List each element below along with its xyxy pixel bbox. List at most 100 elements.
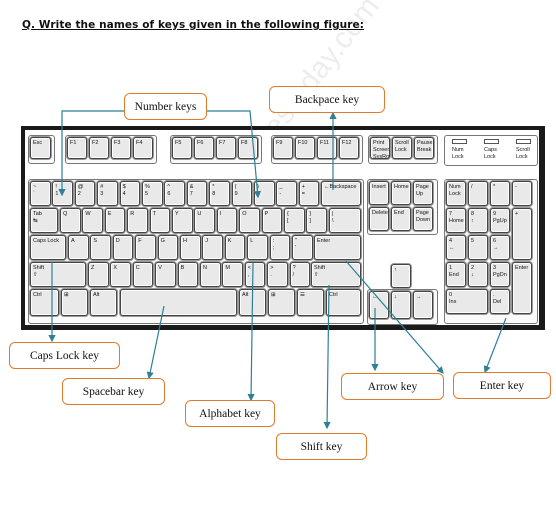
key-m[interactable]: M bbox=[222, 262, 243, 287]
key-symbol[interactable]: : ; bbox=[269, 235, 291, 260]
key-ctrl-left[interactable]: Ctrl bbox=[30, 289, 59, 316]
numpad-enter[interactable]: Enter bbox=[512, 262, 532, 314]
numpad-divide[interactable]: / bbox=[468, 181, 488, 206]
key-symbol[interactable]: ? / bbox=[289, 262, 311, 287]
key-l[interactable]: L bbox=[247, 235, 268, 260]
key-home[interactable]: Home bbox=[391, 181, 411, 205]
key-page-down[interactable]: Page Down bbox=[413, 207, 433, 231]
key-f1[interactable]: F1 bbox=[67, 137, 87, 159]
key-arrow-left[interactable]: ← bbox=[369, 291, 389, 319]
key-page-up[interactable]: Page Up bbox=[413, 181, 433, 205]
key-q[interactable]: Q bbox=[60, 208, 81, 233]
key-symbol[interactable]: > . bbox=[267, 262, 288, 287]
key-symbol[interactable]: { [ bbox=[284, 208, 305, 233]
numpad-5[interactable]: 5 bbox=[468, 235, 488, 260]
numpad-9[interactable]: 9 PgUp bbox=[490, 208, 510, 233]
numpad-7[interactable]: 7 Home bbox=[446, 208, 466, 233]
key-9[interactable]: ( 9 bbox=[231, 181, 253, 206]
key-esc[interactable]: Esc bbox=[30, 137, 51, 159]
key-n[interactable]: N bbox=[200, 262, 221, 287]
key-symbol[interactable]: < , bbox=[244, 262, 266, 287]
key-symbol[interactable]: " ' bbox=[292, 235, 313, 260]
key-u[interactable]: U bbox=[194, 208, 215, 233]
key-shift-right[interactable]: Shift ⇧ bbox=[311, 262, 361, 287]
key-f[interactable]: F bbox=[135, 235, 156, 260]
key-6[interactable]: ^ 6 bbox=[164, 181, 185, 206]
key-f12[interactable]: F12 bbox=[339, 137, 359, 159]
key-p[interactable]: P bbox=[261, 208, 283, 233]
key-delete[interactable]: Delete bbox=[369, 207, 389, 231]
key-tab[interactable]: Tab ↹ bbox=[30, 208, 58, 233]
key-caps-lock[interactable]: Caps Lock bbox=[30, 235, 66, 260]
key-8[interactable]: * 8 bbox=[209, 181, 230, 206]
key-o[interactable]: O bbox=[239, 208, 260, 233]
numpad-multiply[interactable]: * bbox=[490, 181, 510, 206]
key-print-screen[interactable]: Print Screen SysRq bbox=[370, 137, 390, 159]
numpad-6[interactable]: 6 → bbox=[490, 235, 510, 260]
key-f8[interactable]: F8 bbox=[238, 137, 258, 159]
key-f6[interactable]: F6 bbox=[194, 137, 214, 159]
numpad-4[interactable]: 4 ← bbox=[446, 235, 466, 260]
numpad-2[interactable]: 2 ↓ bbox=[468, 262, 488, 287]
key-d[interactable]: D bbox=[112, 235, 134, 260]
key-alt-right[interactable]: Alt bbox=[239, 289, 266, 316]
key-f3[interactable]: F3 bbox=[111, 137, 131, 159]
key-r[interactable]: R bbox=[127, 208, 148, 233]
key-end[interactable]: End bbox=[391, 207, 411, 231]
key-alt-left[interactable]: Alt bbox=[90, 289, 117, 316]
key-e[interactable]: E bbox=[104, 208, 126, 233]
key-symbol[interactable]: + = bbox=[298, 181, 320, 206]
key-5[interactable]: % 5 bbox=[142, 181, 163, 206]
key-f11[interactable]: F11 bbox=[317, 137, 337, 159]
key-h[interactable]: H bbox=[180, 235, 201, 260]
key-scroll-lock[interactable]: Scroll Lock bbox=[392, 137, 412, 159]
key-y[interactable]: Y bbox=[172, 208, 193, 233]
key-arrow-down[interactable]: ↓ bbox=[391, 291, 411, 319]
numpad-decimal[interactable]: . Del bbox=[490, 289, 510, 314]
key-backslash[interactable]: | \ bbox=[329, 208, 361, 233]
key-b[interactable]: B bbox=[177, 262, 199, 287]
key-backspace[interactable]: ←Backspace bbox=[321, 181, 361, 206]
numpad-3[interactable]: 3 PgDn bbox=[490, 262, 510, 287]
key-2[interactable]: @ 2 bbox=[74, 181, 96, 206]
key-7[interactable]: & 7 bbox=[186, 181, 208, 206]
key-windows-right[interactable]: ⊞ bbox=[268, 289, 295, 316]
key-f4[interactable]: F4 bbox=[133, 137, 153, 159]
key-4[interactable]: $ 4 bbox=[119, 181, 141, 206]
key-ctrl-right[interactable]: Ctrl bbox=[326, 289, 361, 316]
key-z[interactable]: Z bbox=[88, 262, 109, 287]
key-menu[interactable]: ☰ bbox=[297, 289, 324, 316]
key-g[interactable]: G bbox=[157, 235, 179, 260]
numpad-1[interactable]: 1 End bbox=[446, 262, 466, 287]
numpad-minus[interactable]: - bbox=[512, 181, 532, 206]
key-0[interactable]: ) 0 bbox=[254, 181, 275, 206]
key-f2[interactable]: F2 bbox=[89, 137, 109, 159]
key-shift-left[interactable]: Shift ⇧ bbox=[30, 262, 86, 287]
key-x[interactable]: X bbox=[110, 262, 131, 287]
key-i[interactable]: I bbox=[216, 208, 238, 233]
key-insert[interactable]: Insert bbox=[369, 181, 389, 205]
key-windows-left[interactable]: ⊞ bbox=[61, 289, 88, 316]
key-f10[interactable]: F10 bbox=[295, 137, 315, 159]
key-symbol[interactable]: ~ ` bbox=[30, 181, 51, 206]
key-enter[interactable]: Enter bbox=[314, 235, 361, 260]
key-arrow-up[interactable]: ↑ bbox=[391, 264, 411, 288]
key-t[interactable]: T bbox=[149, 208, 171, 233]
key-j[interactable]: J bbox=[202, 235, 223, 260]
numpad-8[interactable]: 8 ↑ bbox=[468, 208, 488, 233]
key-k[interactable]: K bbox=[224, 235, 246, 260]
key-arrow-right[interactable]: → bbox=[413, 291, 433, 319]
key-3[interactable]: # 3 bbox=[97, 181, 118, 206]
key-1[interactable]: ! 1 bbox=[52, 181, 73, 206]
numpad-num-lock[interactable]: Num Lock bbox=[446, 181, 466, 206]
key-v[interactable]: V bbox=[155, 262, 176, 287]
key-f5[interactable]: F5 bbox=[172, 137, 192, 159]
numpad-plus[interactable]: + bbox=[512, 208, 532, 260]
key-spacebar[interactable] bbox=[120, 289, 237, 316]
key-symbol[interactable]: } ] bbox=[306, 208, 327, 233]
key-pause-break[interactable]: Pause Break bbox=[414, 137, 434, 159]
key-s[interactable]: S bbox=[90, 235, 111, 260]
key-a[interactable]: A bbox=[68, 235, 89, 260]
key-symbol[interactable]: _ - bbox=[276, 181, 297, 206]
key-c[interactable]: C bbox=[132, 262, 154, 287]
